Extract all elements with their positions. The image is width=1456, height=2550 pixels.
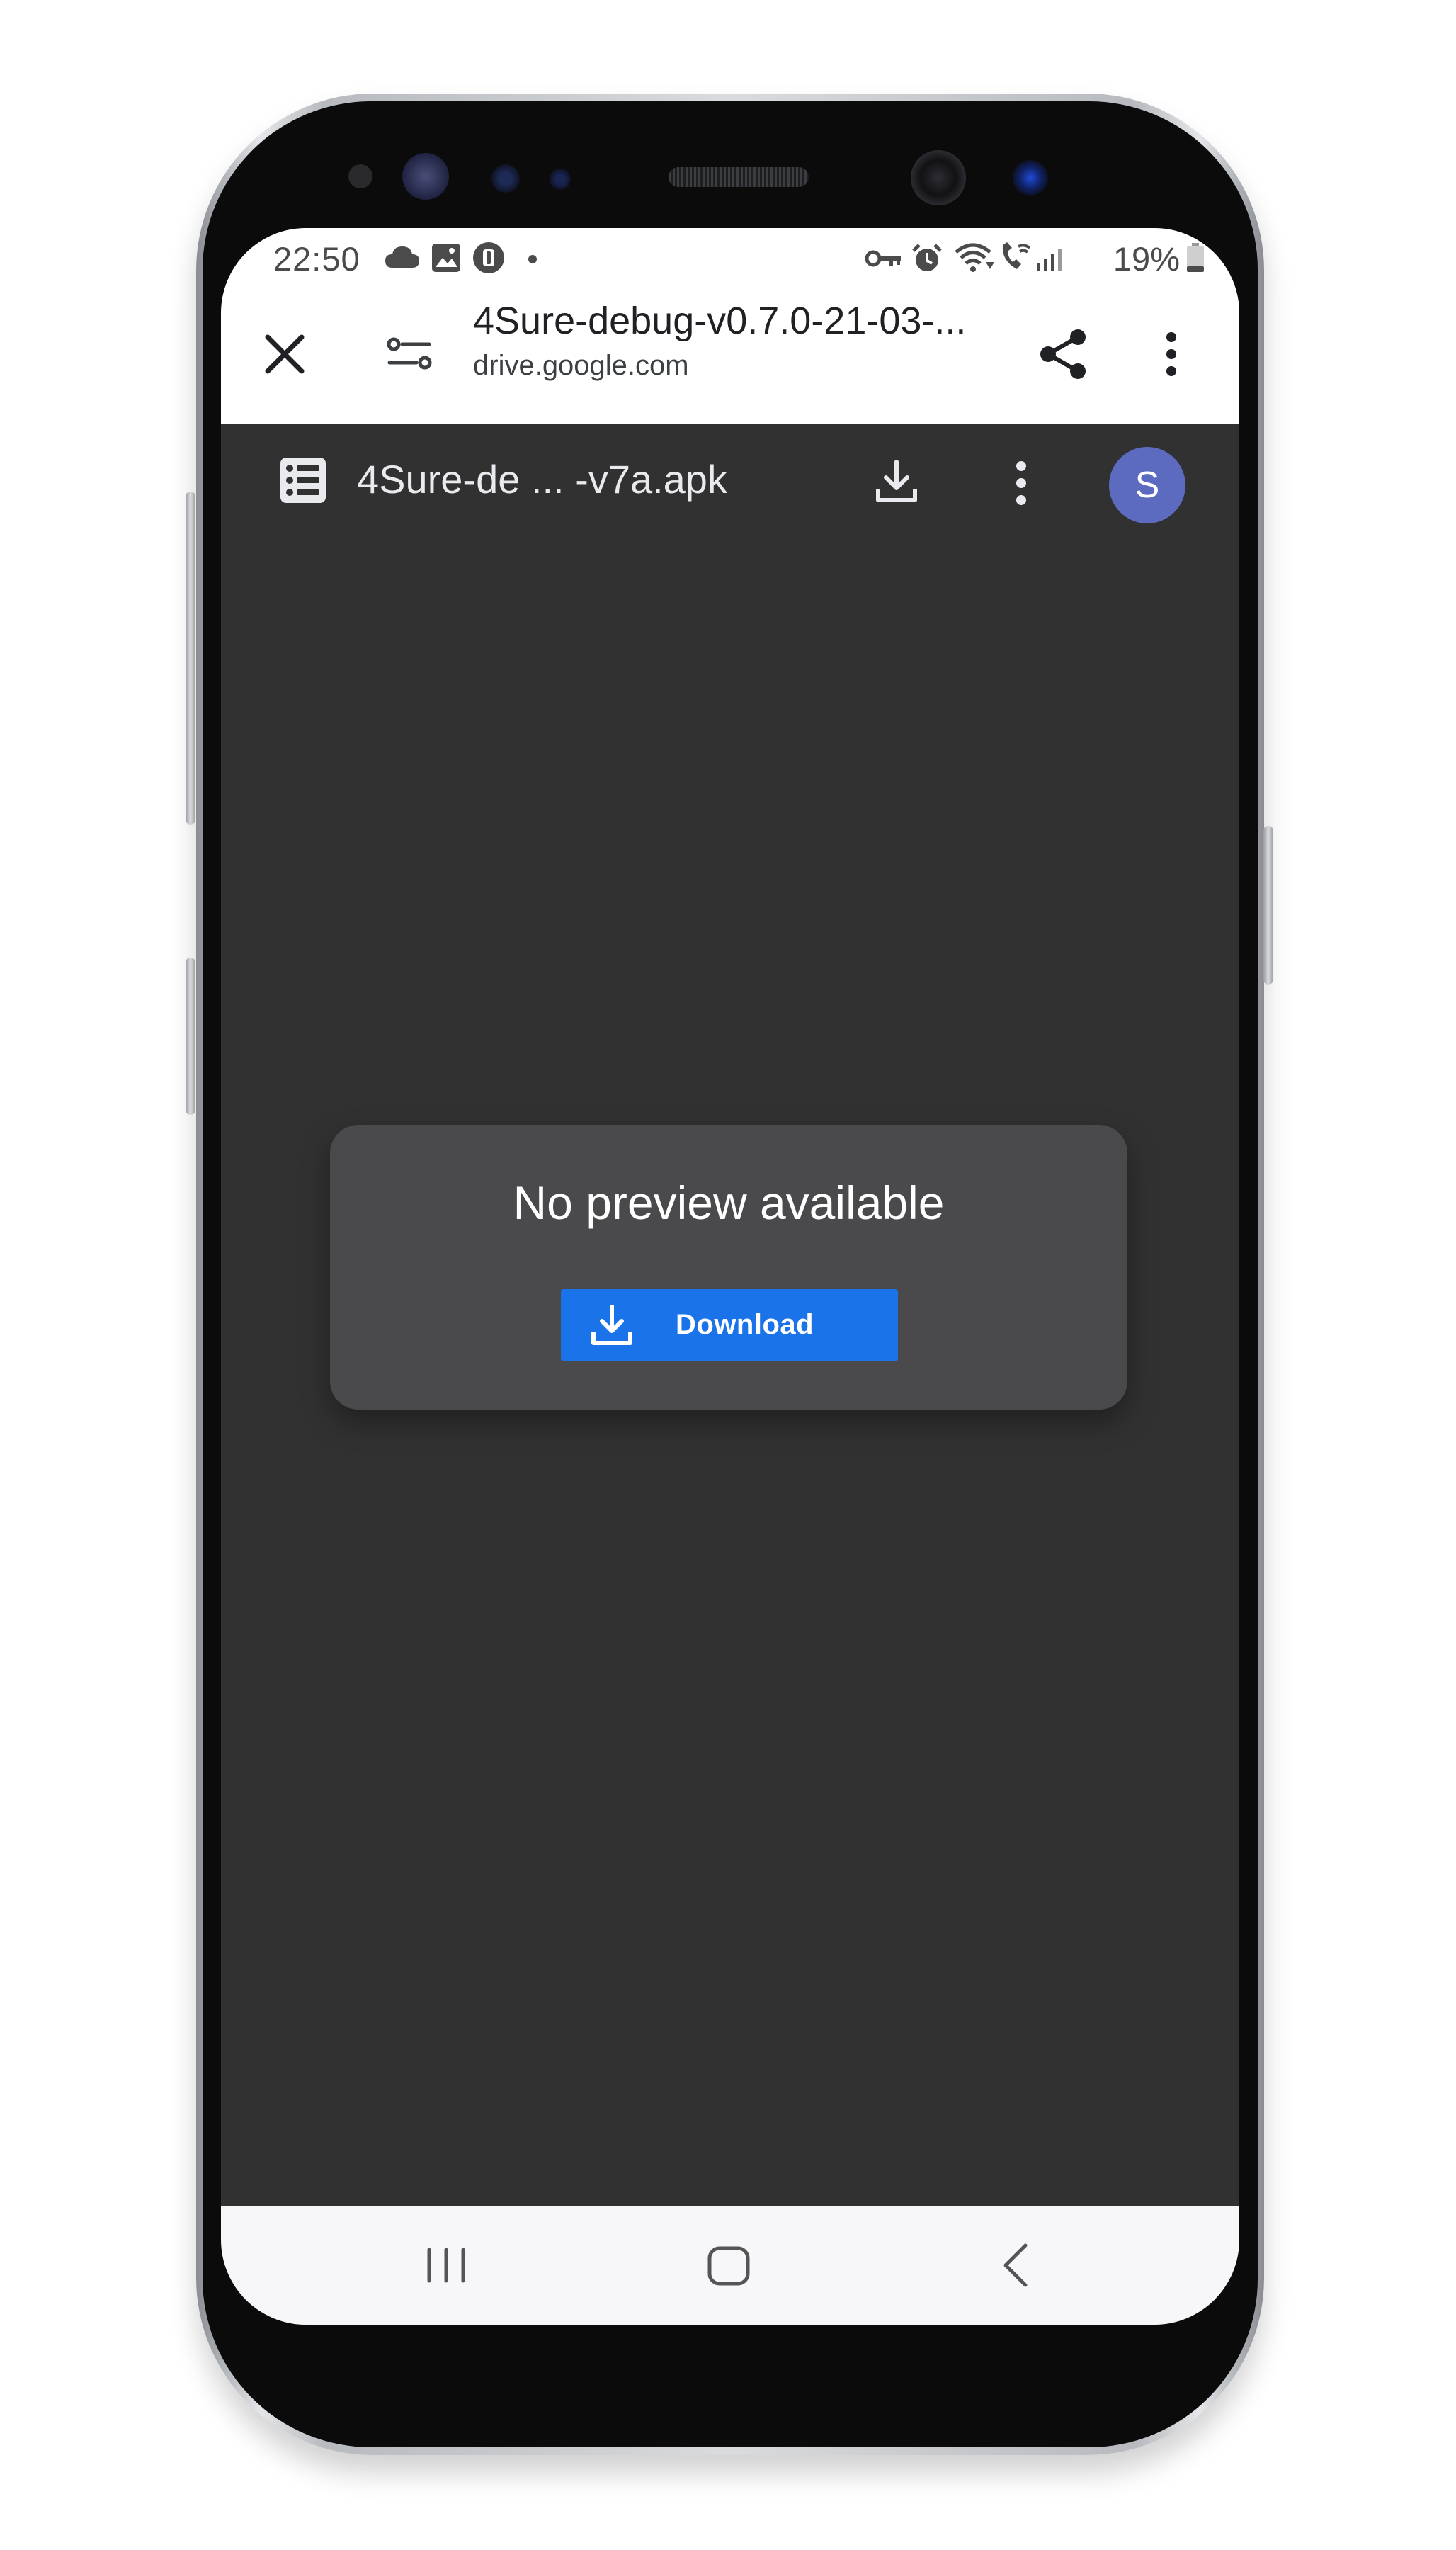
alarm-icon xyxy=(911,242,943,275)
more-vert-icon[interactable] xyxy=(1164,332,1178,377)
iris-led xyxy=(491,164,520,193)
system-nav-bar xyxy=(221,2206,1239,2325)
back-icon[interactable] xyxy=(1001,2243,1030,2288)
bixby-button xyxy=(186,492,195,824)
status-bar: 22:50 19% xyxy=(221,228,1239,285)
wifi-icon xyxy=(953,241,996,275)
wifi-calling-icon xyxy=(999,241,1033,273)
volume-button xyxy=(186,958,195,1115)
home-icon[interactable] xyxy=(707,2245,751,2286)
iris-scanner xyxy=(402,153,449,200)
recents-icon[interactable] xyxy=(423,2247,469,2284)
gallery-icon xyxy=(431,242,462,273)
no-preview-card: No preview available Download xyxy=(330,1125,1127,1410)
list-icon xyxy=(279,456,327,504)
vpn-key-icon xyxy=(865,248,902,269)
browser-toolbar: 4Sure-debug-v0.7.0-21-03-... drive.googl… xyxy=(221,285,1239,426)
battery-icon xyxy=(1185,242,1205,273)
app-notification-icon xyxy=(472,241,506,275)
signal-icon xyxy=(1035,246,1067,272)
share-icon[interactable] xyxy=(1037,327,1091,381)
dot-icon xyxy=(528,255,537,264)
download-icon[interactable] xyxy=(874,459,919,504)
download-button-label: Download xyxy=(676,1309,814,1340)
tune-icon[interactable] xyxy=(387,334,432,374)
file-name: 4Sure-de ... -v7a.apk xyxy=(357,457,727,502)
page-url: drive.google.com xyxy=(473,350,689,381)
camera-sensor xyxy=(1013,160,1048,196)
power-button xyxy=(1263,826,1273,985)
front-camera xyxy=(911,150,966,205)
download-icon xyxy=(589,1305,635,1347)
page-title: 4Sure-debug-v0.7.0-21-03-... xyxy=(473,300,967,342)
drive-more-vert-icon[interactable] xyxy=(1014,460,1028,506)
light-sensor xyxy=(550,169,571,190)
drive-viewer-header: 4Sure-de ... -v7a.apk S xyxy=(221,424,1239,537)
no-preview-message: No preview available xyxy=(513,1177,945,1229)
close-icon[interactable] xyxy=(262,332,307,377)
download-button[interactable]: Download xyxy=(561,1289,898,1361)
earpiece-speaker xyxy=(669,167,809,187)
battery-percent: 19% xyxy=(1113,240,1180,278)
status-time: 22:50 xyxy=(273,240,360,278)
proximity-sensor xyxy=(348,164,372,188)
cloud-icon xyxy=(384,245,421,269)
account-avatar[interactable]: S xyxy=(1109,447,1185,523)
phone-screen: 22:50 19% 4Sure-debug-v0.7.0-21-03-... d… xyxy=(221,228,1239,2325)
